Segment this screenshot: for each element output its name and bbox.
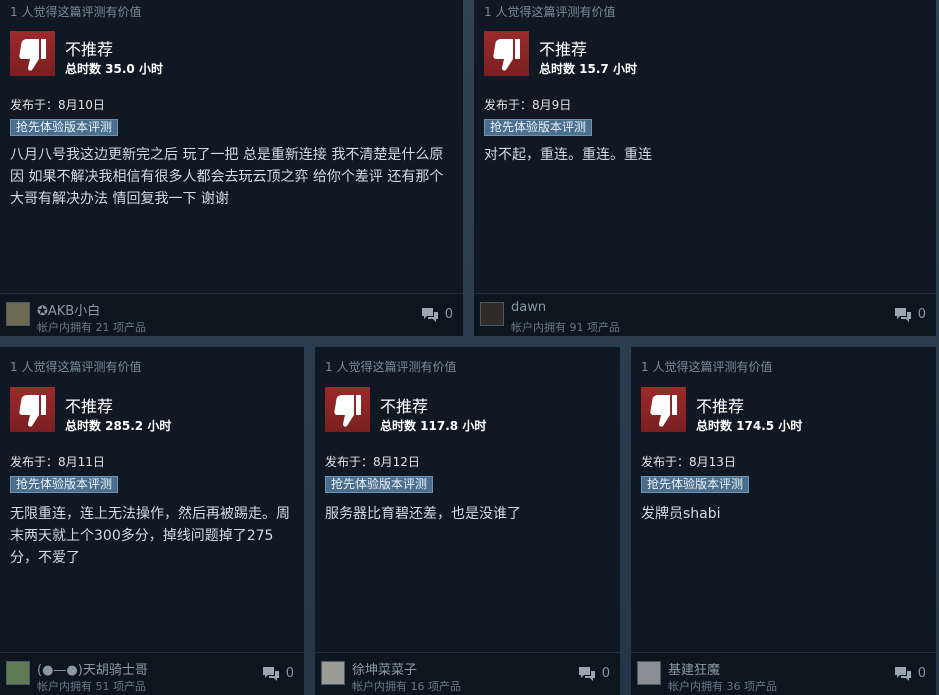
hours-played: 总时数 174.5 小时 xyxy=(696,419,803,433)
review-content: 发牌员shabi xyxy=(641,506,721,522)
review-card[interactable]: 1 人觉得这篇评测有价值 不推荐 总时数 117.8 小时 发布于：8月12日 … xyxy=(315,347,620,695)
posted-date: 发布于：8月11日 xyxy=(10,455,105,469)
early-access-badge: 抢先体验版本评测 xyxy=(484,119,593,136)
helpful-count: 1 人觉得这篇评测有价值 xyxy=(325,360,457,374)
comment-count: 0 xyxy=(917,307,926,322)
early-access-badge: 抢先体验版本评测 xyxy=(10,119,119,136)
recommendation-title: 不推荐 xyxy=(65,397,114,416)
products-owned: 帐户内拥有 21 项产品 xyxy=(37,321,146,334)
helpful-count: 1 人觉得这篇评测有价值 xyxy=(484,5,616,19)
review-footer: 徐坤菜菜子 帐户内拥有 16 项产品 0 xyxy=(315,652,620,695)
recommendation-title: 不推荐 xyxy=(65,40,114,59)
posted-date: 发布于：8月12日 xyxy=(325,455,420,469)
comment-icon[interactable] xyxy=(421,307,439,323)
review-footer: dawn 帐户内拥有 91 项产品 0 xyxy=(474,293,936,336)
review-footer: 基建狂魔 帐户内拥有 36 项产品 0 xyxy=(631,652,936,695)
early-access-badge: 抢先体验版本评测 xyxy=(10,476,119,493)
review-content: 八月八号我这边更新完之后 玩了一把 总是重新连接 我不清楚是什么原因 如果不解决… xyxy=(10,147,444,207)
avatar[interactable] xyxy=(6,661,30,685)
thumbs-down-icon xyxy=(10,387,55,432)
review-card[interactable]: 1 人觉得这篇评测有价值 不推荐 总时数 35.0 小时 发布于：8月10日 抢… xyxy=(0,0,463,336)
hours-played: 总时数 117.8 小时 xyxy=(380,419,487,433)
helpful-count: 1 人觉得这篇评测有价值 xyxy=(641,360,773,374)
posted-date: 发布于：8月13日 xyxy=(641,455,736,469)
early-access-badge: 抢先体验版本评测 xyxy=(641,476,750,493)
review-card[interactable]: 1 人觉得这篇评测有价值 不推荐 总时数 15.7 小时 发布于：8月9日 抢先… xyxy=(474,0,936,336)
thumbs-down-icon xyxy=(484,31,529,76)
recommendation-title: 不推荐 xyxy=(539,40,588,59)
thumbs-down-icon xyxy=(325,387,370,432)
products-owned: 帐户内拥有 16 项产品 xyxy=(352,680,461,693)
username[interactable]: (●—●)天胡骑士哥 xyxy=(37,659,148,678)
thumbs-down-icon xyxy=(641,387,686,432)
username[interactable]: dawn xyxy=(511,300,546,315)
username[interactable]: ✪AKB小白 xyxy=(37,300,100,319)
thumbs-down-icon xyxy=(10,31,55,76)
posted-date: 发布于：8月10日 xyxy=(10,98,105,112)
hours-played: 总时数 35.0 小时 xyxy=(65,62,163,76)
hours-played: 总时数 285.2 小时 xyxy=(65,419,172,433)
products-owned: 帐户内拥有 36 项产品 xyxy=(668,680,777,693)
review-card[interactable]: 1 人觉得这篇评测有价值 不推荐 总时数 174.5 小时 发布于：8月13日 … xyxy=(631,347,936,695)
comment-icon[interactable] xyxy=(262,666,280,682)
comment-count: 0 xyxy=(285,666,294,681)
early-access-badge: 抢先体验版本评测 xyxy=(325,476,434,493)
username[interactable]: 徐坤菜菜子 xyxy=(352,659,417,678)
username[interactable]: 基建狂魔 xyxy=(668,659,720,678)
comment-icon[interactable] xyxy=(894,307,912,323)
comment-count: 0 xyxy=(601,666,610,681)
helpful-count: 1 人觉得这篇评测有价值 xyxy=(10,5,142,19)
hours-played: 总时数 15.7 小时 xyxy=(539,62,637,76)
review-footer: ✪AKB小白 帐户内拥有 21 项产品 0 xyxy=(0,293,463,336)
avatar[interactable] xyxy=(6,302,30,326)
avatar[interactable] xyxy=(480,302,504,326)
products-owned: 帐户内拥有 51 项产品 xyxy=(37,680,146,693)
recommendation-title: 不推荐 xyxy=(696,397,745,416)
comment-count: 0 xyxy=(444,307,453,322)
products-owned: 帐户内拥有 91 项产品 xyxy=(511,321,620,334)
review-card[interactable]: 1 人觉得这篇评测有价值 不推荐 总时数 285.2 小时 发布于：8月11日 … xyxy=(0,347,304,695)
reviews-grid: 1 人觉得这篇评测有价值 不推荐 总时数 35.0 小时 发布于：8月10日 抢… xyxy=(0,0,939,695)
avatar[interactable] xyxy=(637,661,661,685)
comment-count: 0 xyxy=(917,666,926,681)
review-footer: (●—●)天胡骑士哥 帐户内拥有 51 项产品 0 xyxy=(0,652,304,695)
comment-icon[interactable] xyxy=(894,666,912,682)
comment-icon[interactable] xyxy=(578,666,596,682)
helpful-count: 1 人觉得这篇评测有价值 xyxy=(10,360,142,374)
posted-date: 发布于：8月9日 xyxy=(484,98,572,112)
review-content: 服务器比育碧还差，也是没谁了 xyxy=(325,506,521,522)
review-content: 对不起，重连。重连。重连 xyxy=(484,147,652,163)
review-content: 无限重连，连上无法操作，然后再被踢走。周末两天就上个300多分，掉线问题掉了27… xyxy=(10,506,290,566)
recommendation-title: 不推荐 xyxy=(380,397,429,416)
avatar[interactable] xyxy=(321,661,345,685)
